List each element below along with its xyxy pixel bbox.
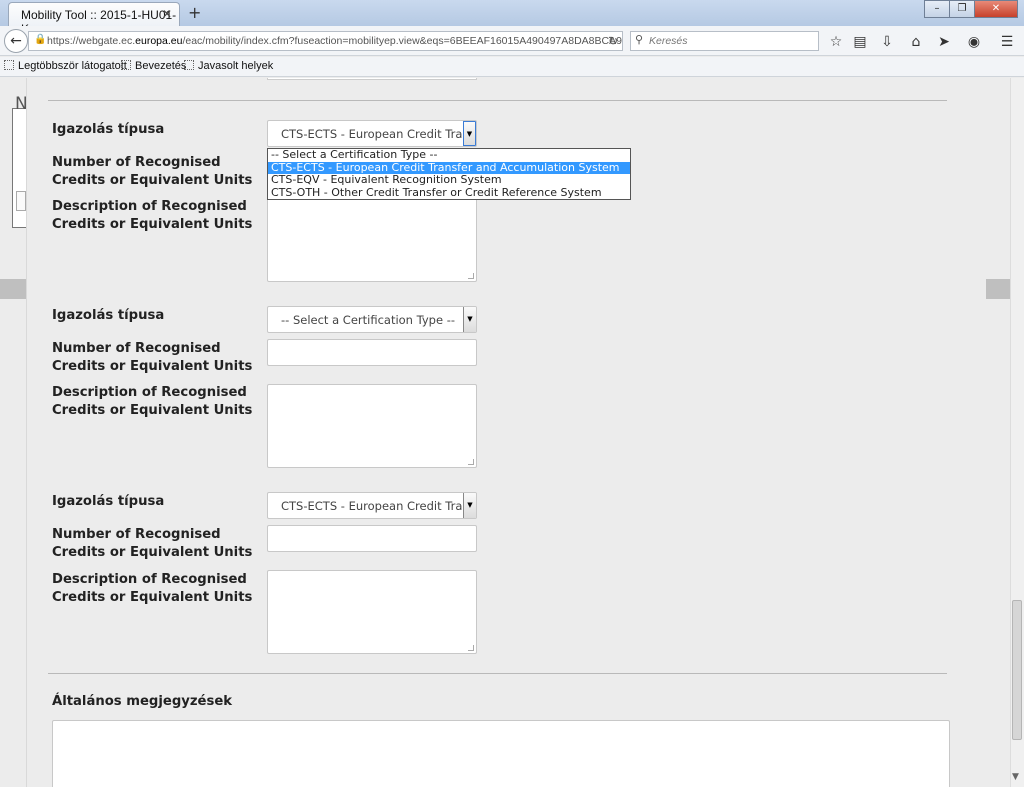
credits-description-textarea[interactable] (267, 570, 477, 654)
certification-type-label: Igazolás típusa (52, 494, 165, 509)
minimize-button[interactable]: – (924, 0, 950, 18)
lock-icon: 🔒 (34, 34, 47, 45)
bookmark-icon (184, 60, 194, 70)
overlay-band-left (0, 279, 26, 299)
dropdown-option[interactable]: CTS-OTH - Other Credit Transfer or Credi… (268, 186, 630, 200)
certification-type-select[interactable]: CTS-ECTS - European Credit Tra ▼ (267, 492, 477, 519)
chevron-down-icon[interactable]: ▼ (463, 493, 476, 518)
certification-type-select[interactable]: -- Select a Certification Type -- ▼ (267, 306, 477, 333)
recognised-credits-input[interactable] (267, 525, 477, 552)
credits-description-label: Description of Recognised Credits or Equ… (52, 571, 252, 607)
window-controls: – ❐ ✕ (924, 0, 1018, 18)
title-bar: Mobility Tool :: 2015-1-HU01-K... ✕ + – … (0, 0, 1024, 36)
url-suffix: /eac/mobility/index.cfm?fuseaction=mobil… (182, 35, 623, 47)
label-line: Number of Recognised (52, 341, 221, 356)
send-icon[interactable]: ➤ (935, 34, 953, 50)
label-line: Credits or Equivalent Units (52, 173, 253, 188)
certification-type-value: CTS-ECTS - European Credit Tra (281, 127, 463, 141)
certification-type-value: -- Select a Certification Type -- (281, 313, 455, 327)
back-arrow-icon[interactable]: ← (4, 29, 28, 53)
bookmark-getting-started[interactable]: Bevezetés (121, 60, 186, 72)
bookmark-label: Bevezetés (135, 60, 187, 72)
bookmark-most-visited[interactable]: Legtöbbször látogatott (4, 60, 127, 72)
bookmarks-bar: Legtöbbször látogatott Bevezetés Javasol… (0, 57, 1024, 77)
reading-list-icon[interactable]: ▤ (851, 34, 869, 50)
certification-type-label: Igazolás típusa (52, 122, 165, 137)
search-input[interactable]: ⚲ Keresés (630, 31, 819, 51)
label-line: Number of Recognised (52, 527, 221, 542)
bookmark-icon (121, 60, 131, 70)
chevron-down-icon[interactable]: ▼ (463, 121, 476, 146)
recognised-credits-input[interactable] (267, 339, 477, 366)
search-icon: ⚲ (635, 34, 644, 46)
url-domain: europa.eu (135, 35, 183, 47)
section-divider (48, 100, 947, 101)
chevron-down-icon[interactable]: ▼ (463, 307, 476, 332)
label-line: Credits or Equivalent Units (52, 217, 253, 232)
credits-description-label: Description of Recognised Credits or Equ… (52, 384, 252, 420)
url-prefix: https://webgate.ec. (47, 35, 136, 47)
label-line: Credits or Equivalent Units (52, 545, 253, 560)
browser-tab[interactable]: Mobility Tool :: 2015-1-HU01-K... ✕ (8, 2, 180, 36)
scrollbar-thumb[interactable] (1012, 600, 1022, 740)
general-notes-textarea[interactable] (52, 720, 950, 787)
certification-type-select[interactable]: CTS-ECTS - European Credit Tra ▼ (267, 120, 477, 147)
certification-type-dropdown[interactable]: -- Select a Certification Type -- CTS-EC… (267, 148, 631, 200)
recognised-credits-label: Number of Recognised Credits or Equivale… (52, 340, 252, 376)
certification-type-value: CTS-ECTS - European Credit Tra (281, 499, 463, 513)
label-line: Number of Recognised (52, 155, 221, 170)
bookmark-label: Legtöbbször látogatott (18, 60, 127, 72)
tab-close-icon[interactable]: ✕ (162, 7, 172, 21)
new-tab-button[interactable]: + (188, 3, 201, 22)
credits-description-textarea[interactable] (267, 384, 477, 468)
bookmark-icon (4, 60, 14, 70)
label-line: Description of Recognised (52, 199, 247, 214)
address-bar[interactable]: 🔒 https://webgate.ec.europa.eu/eac/mobil… (28, 31, 623, 51)
background-panel-field (16, 191, 26, 211)
reload-icon[interactable]: ↻ (608, 34, 618, 48)
close-window-button[interactable]: ✕ (974, 0, 1018, 18)
label-line: Credits or Equivalent Units (52, 359, 253, 374)
recognised-credits-label: Number of Recognised Credits or Equivale… (52, 154, 252, 190)
certification-type-label: Igazolás típusa (52, 308, 165, 323)
credits-description-textarea[interactable] (267, 198, 477, 282)
label-line: Credits or Equivalent Units (52, 590, 253, 605)
dropdown-option[interactable]: -- Select a Certification Type -- (268, 148, 630, 162)
page-viewport: N Igazolás típusa CTS-ECTS - European Cr… (0, 78, 1024, 787)
star-icon[interactable]: ☆ (827, 34, 845, 50)
bookmark-suggested-sites[interactable]: Javasolt helyek (184, 60, 273, 72)
label-line: Description of Recognised (52, 385, 247, 400)
previous-field-bottom (267, 78, 477, 80)
menu-icon[interactable]: ☰ (998, 34, 1016, 50)
recognised-credits-label: Number of Recognised Credits or Equivale… (52, 526, 252, 562)
credits-description-label: Description of Recognised Credits or Equ… (52, 198, 252, 234)
label-line: Credits or Equivalent Units (52, 403, 253, 418)
section-divider (48, 673, 947, 674)
overlay-band-right (986, 279, 1010, 299)
scroll-down-arrow-icon[interactable]: ▼ (1012, 772, 1019, 782)
general-notes-label: Általános megjegyzések (52, 694, 233, 709)
bookmark-label: Javasolt helyek (198, 60, 274, 72)
left-background-panel: N (0, 78, 28, 787)
navigation-bar: ← 🔒 https://webgate.ec.europa.eu/eac/mob… (0, 26, 1024, 56)
label-line: Description of Recognised (52, 572, 247, 587)
home-icon[interactable]: ⌂ (907, 34, 925, 50)
maximize-button[interactable]: ❐ (949, 0, 975, 18)
search-placeholder: Keresés (649, 35, 688, 47)
download-icon[interactable]: ⇩ (878, 34, 896, 50)
chat-icon[interactable]: ◉ (965, 34, 983, 50)
